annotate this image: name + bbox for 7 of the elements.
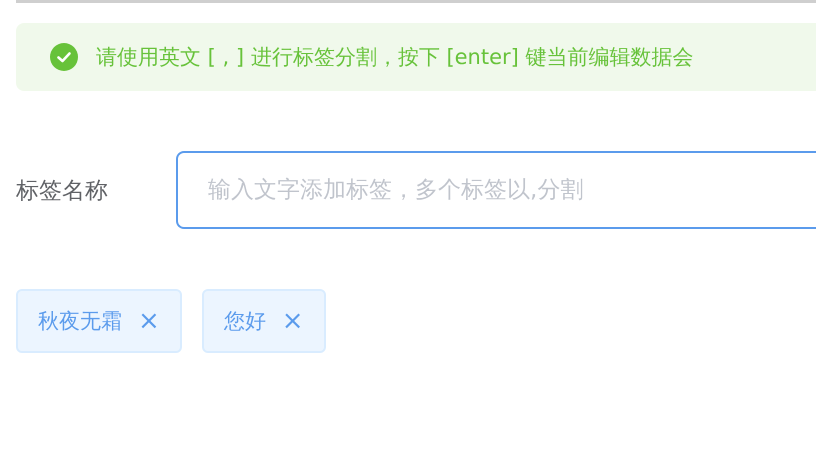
alert-message: 请使用英文 [ , ] 进行标签分割，按下 [enter] 键当前编辑数据会	[96, 44, 694, 71]
tag-label: 您好	[224, 308, 266, 335]
field-label: 标签名称	[16, 176, 109, 206]
tag-input-field[interactable]: 输入文字添加标签，多个标签以,分割	[176, 151, 816, 229]
close-icon[interactable]: ×	[138, 308, 160, 334]
tag-label: 秋夜无霜	[38, 308, 122, 335]
close-icon[interactable]: ×	[282, 308, 304, 334]
